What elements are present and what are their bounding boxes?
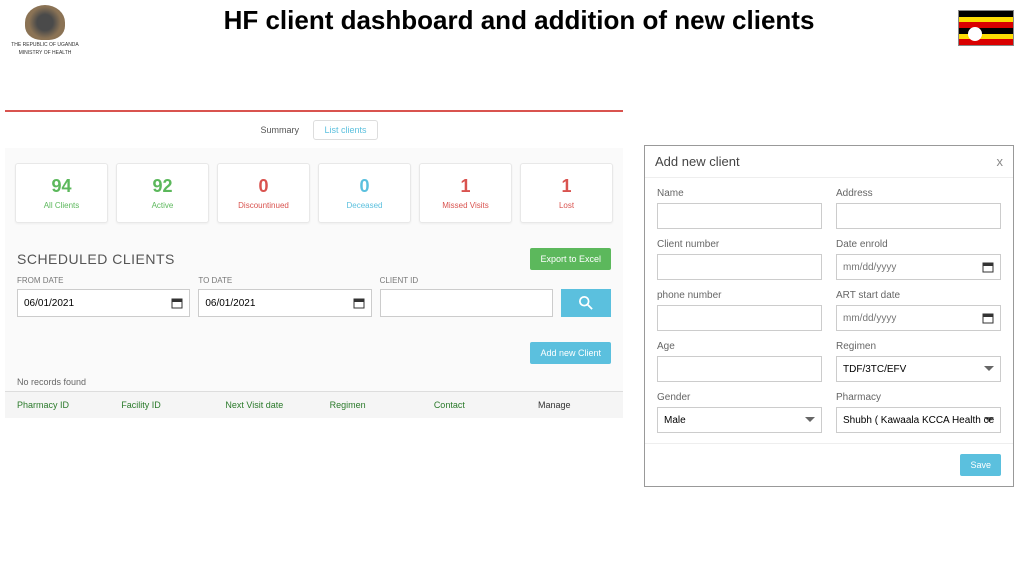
client-number-input[interactable] — [657, 254, 822, 280]
no-records-text: No records found — [5, 369, 623, 391]
tab-bar: Summary List clients — [5, 112, 623, 148]
stat-lost: 1Lost — [520, 163, 613, 223]
stat-discontinued: 0Discountinued — [217, 163, 310, 223]
from-date-input[interactable] — [17, 289, 190, 317]
stats-row: 94All Clients 92Active 0Discountinued 0D… — [5, 148, 623, 238]
col-next-visit: Next Visit date — [225, 400, 329, 410]
modal-close-button[interactable]: x — [997, 154, 1004, 169]
regimen-label: Regimen — [836, 341, 1001, 352]
client-id-label: CLIENT ID — [380, 276, 553, 285]
scheduled-clients-heading: SCHEDULED CLIENTS — [17, 251, 175, 267]
date-enrold-input[interactable] — [836, 254, 1001, 280]
regimen-select[interactable]: TDF/3TC/EFV — [836, 356, 1001, 382]
add-new-client-button[interactable]: Add new Client — [530, 342, 611, 364]
dashboard-panel: Summary List clients 94All Clients 92Act… — [5, 110, 623, 418]
export-excel-button[interactable]: Export to Excel — [530, 248, 611, 270]
gender-select[interactable]: Male — [657, 407, 822, 433]
add-client-modal: Add new client x Name Address Client num… — [644, 145, 1014, 487]
phone-input[interactable] — [657, 305, 822, 331]
stat-missed: 1Missed Visits — [419, 163, 512, 223]
uganda-flag — [958, 10, 1014, 46]
to-date-input[interactable] — [198, 289, 371, 317]
modal-title: Add new client — [655, 154, 740, 169]
client-id-input[interactable] — [380, 289, 553, 317]
phone-label: phone number — [657, 290, 822, 301]
address-input[interactable] — [836, 203, 1001, 229]
page-title: HF client dashboard and addition of new … — [80, 5, 958, 36]
from-date-label: FROM DATE — [17, 276, 190, 285]
col-regimen: Regimen — [330, 400, 434, 410]
client-number-label: Client number — [657, 239, 822, 250]
save-button[interactable]: Save — [960, 454, 1001, 476]
col-pharmacy-id: Pharmacy ID — [17, 400, 121, 410]
col-facility-id: Facility ID — [121, 400, 225, 410]
pharmacy-select[interactable]: Shubh ( Kawaala KCCA Health center IV ) — [836, 407, 1001, 433]
age-input[interactable] — [657, 356, 822, 382]
col-manage: Manage — [538, 400, 611, 410]
table-header: Pharmacy ID Facility ID Next Visit date … — [5, 391, 623, 418]
search-button[interactable] — [561, 289, 611, 317]
stat-active: 92Active — [116, 163, 209, 223]
col-contact: Contact — [434, 400, 538, 410]
art-start-label: ART start date — [836, 290, 1001, 301]
art-start-input[interactable] — [836, 305, 1001, 331]
to-date-label: TO DATE — [198, 276, 371, 285]
name-label: Name — [657, 188, 822, 199]
tab-summary[interactable]: Summary — [251, 121, 310, 139]
pharmacy-label: Pharmacy — [836, 392, 1001, 403]
ministry-logo: THE REPUBLIC OF UGANDA MINISTRY OF HEALT… — [10, 5, 80, 55]
age-label: Age — [657, 341, 822, 352]
name-input[interactable] — [657, 203, 822, 229]
stat-deceased: 0Deceased — [318, 163, 411, 223]
gender-label: Gender — [657, 392, 822, 403]
date-enrold-label: Date enrold — [836, 239, 1001, 250]
address-label: Address — [836, 188, 1001, 199]
search-icon — [579, 296, 593, 310]
stat-all-clients: 94All Clients — [15, 163, 108, 223]
tab-list-clients[interactable]: List clients — [313, 120, 377, 140]
